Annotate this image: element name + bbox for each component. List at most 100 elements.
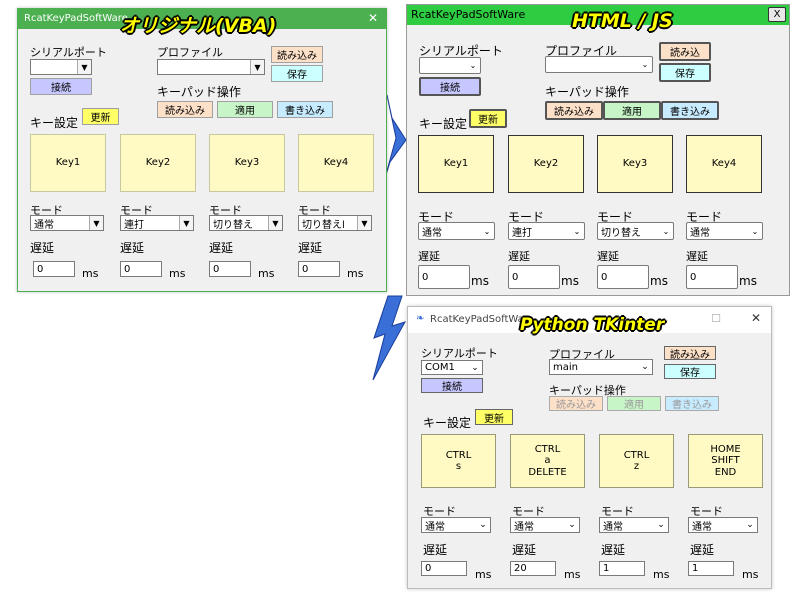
mode-select-4[interactable]: 通常 ⌄ <box>688 517 758 533</box>
key2-button[interactable]: Key2 <box>508 135 584 193</box>
chevron-down-icon: ⌄ <box>746 520 754 530</box>
key3-button[interactable]: CTRL z <box>599 434 674 488</box>
profile-value: main <box>553 361 578 373</box>
delay-input-2[interactable]: 0 <box>508 265 560 289</box>
mode-value: 切り替えl <box>302 219 345 231</box>
profile-select[interactable]: ▼ <box>157 59 265 75</box>
delay-input-1[interactable]: 0 <box>33 261 75 277</box>
ms-unit: ms <box>561 274 579 288</box>
close-icon[interactable]: X <box>768 7 786 22</box>
profile-save-button[interactable]: 保存 <box>664 364 716 379</box>
key1-button[interactable]: Key1 <box>418 135 494 193</box>
mode-select-1[interactable]: 通常 ▼ <box>30 215 104 231</box>
delay-input-3[interactable]: 0 <box>209 261 251 277</box>
profile-load-button[interactable]: 読み込み <box>271 46 323 63</box>
chevron-down-icon: ▼ <box>250 60 264 74</box>
close-icon[interactable]: ✕ <box>368 11 378 25</box>
connect-button[interactable]: 接続 <box>419 77 481 96</box>
ms-unit: ms <box>169 267 186 280</box>
close-icon[interactable]: ✕ <box>751 311 761 325</box>
delay-input-3[interactable]: 1 <box>599 561 645 576</box>
key3-button[interactable]: Key3 <box>597 135 673 193</box>
vba-overlay-title: オリジナル(VBA) <box>120 15 277 37</box>
profile-save-button[interactable]: 保存 <box>659 63 711 82</box>
key1-button[interactable]: CTRL s <box>421 434 496 488</box>
feather-icon: ❧ <box>416 313 425 324</box>
mode-value: 通常 <box>514 521 534 533</box>
delay-input-4[interactable]: 0 <box>686 265 738 289</box>
tk-window: ❧ RcatKeyPadSoftWare ☐ ✕ シリアルポート COM1 ⌄ … <box>407 306 772 589</box>
chevron-down-icon: ▼ <box>77 60 91 74</box>
mode-select-2[interactable]: 通常 ⌄ <box>510 517 580 533</box>
chevron-down-icon: ⌄ <box>469 61 477 70</box>
profile-load-button[interactable]: 読み込 <box>659 42 711 61</box>
chevron-down-icon: ⌄ <box>479 520 487 530</box>
mode-select-1[interactable]: 通常 ⌄ <box>421 517 491 533</box>
mode-select-4[interactable]: 切り替えl ▼ <box>298 215 372 231</box>
keypad-read-button[interactable]: 読み込み <box>549 396 603 411</box>
mode-value: 連打 <box>124 219 144 231</box>
delay-input-3[interactable]: 0 <box>597 265 649 289</box>
key4-button[interactable]: Key4 <box>298 134 374 192</box>
maximize-icon[interactable]: ☐ <box>711 312 721 325</box>
ms-unit: ms <box>475 568 492 581</box>
serial-port-select[interactable]: ⌄ <box>419 57 481 74</box>
mode-select-4[interactable]: 通常 ⌄ <box>686 222 763 240</box>
delay-label-4: 遅延 <box>298 241 323 255</box>
delay-label-3: 遅延 <box>209 241 234 255</box>
serial-port-select[interactable]: COM1 ⌄ <box>421 360 483 375</box>
delay-input-2[interactable]: 20 <box>510 561 556 576</box>
window-title: RcatKeyPadSoftWare <box>411 8 526 21</box>
keypad-write-button[interactable]: 書き込み <box>661 101 719 120</box>
ms-unit: ms <box>82 267 99 280</box>
keypad-write-button[interactable]: 書き込み <box>277 101 333 118</box>
keypad-write-button[interactable]: 書き込み <box>665 396 719 411</box>
serial-port-label: シリアルポート <box>30 46 107 59</box>
key-settings-label: キー設定 <box>30 116 79 130</box>
connect-button[interactable]: 接続 <box>30 78 92 95</box>
keypad-apply-button[interactable]: 適用 <box>217 101 273 118</box>
key-settings-label: キー設定 <box>419 117 468 131</box>
ms-unit: ms <box>258 267 275 280</box>
ms-unit: ms <box>739 274 757 288</box>
delay-input-4[interactable]: 0 <box>298 261 340 277</box>
chevron-down-icon: ⌄ <box>573 226 581 236</box>
mode-select-1[interactable]: 通常 ⌄ <box>418 222 495 240</box>
keypad-apply-button[interactable]: 適用 <box>603 101 661 120</box>
key2-button[interactable]: CTRL a DELETE <box>510 434 585 488</box>
mode-select-3[interactable]: 通常 ⌄ <box>599 517 669 533</box>
key1-button[interactable]: Key1 <box>30 134 106 192</box>
profile-select[interactable]: main ⌄ <box>549 359 653 375</box>
chevron-down-icon: ⌄ <box>568 520 576 530</box>
connect-button[interactable]: 接続 <box>421 378 483 393</box>
profile-save-button[interactable]: 保存 <box>271 65 323 82</box>
chevron-down-icon: ⌄ <box>662 226 670 236</box>
key4-button[interactable]: HOME SHIFT END <box>688 434 763 488</box>
keypad-ops-label: キーパッド操作 <box>545 85 629 99</box>
profile-load-button[interactable]: 読み込み <box>664 346 716 361</box>
delay-input-4[interactable]: 1 <box>688 561 734 576</box>
delay-input-1[interactable]: 0 <box>418 265 470 289</box>
keypad-apply-button[interactable]: 適用 <box>607 396 661 411</box>
html-window: RcatKeyPadSoftWare X シリアルポート ⌄ 接続 プロファイル… <box>406 4 790 296</box>
serial-port-select[interactable]: ▼ <box>30 59 92 75</box>
keypad-ops-label: キーパッド操作 <box>157 85 241 99</box>
keypad-read-button[interactable]: 読み込み <box>157 101 213 118</box>
key4-button[interactable]: Key4 <box>686 135 762 193</box>
key3-button[interactable]: Key3 <box>209 134 285 192</box>
mode-select-3[interactable]: 切り替え ⌄ <box>597 222 674 240</box>
mode-select-2[interactable]: 連打 ▼ <box>120 215 194 231</box>
update-button[interactable]: 更新 <box>469 109 507 128</box>
mode-value: 通常 <box>34 219 54 231</box>
profile-select[interactable]: ⌄ <box>545 56 653 73</box>
update-button[interactable]: 更新 <box>82 108 119 125</box>
update-button[interactable]: 更新 <box>475 409 513 425</box>
mode-value: 連打 <box>512 227 532 239</box>
mode-select-3[interactable]: 切り替え ▼ <box>209 215 283 231</box>
delay-label-3: 遅延 <box>597 250 619 263</box>
key2-button[interactable]: Key2 <box>120 134 196 192</box>
delay-input-1[interactable]: 0 <box>421 561 467 576</box>
mode-select-2[interactable]: 連打 ⌄ <box>508 222 585 240</box>
keypad-read-button[interactable]: 読み込み <box>545 101 603 120</box>
delay-input-2[interactable]: 0 <box>120 261 162 277</box>
